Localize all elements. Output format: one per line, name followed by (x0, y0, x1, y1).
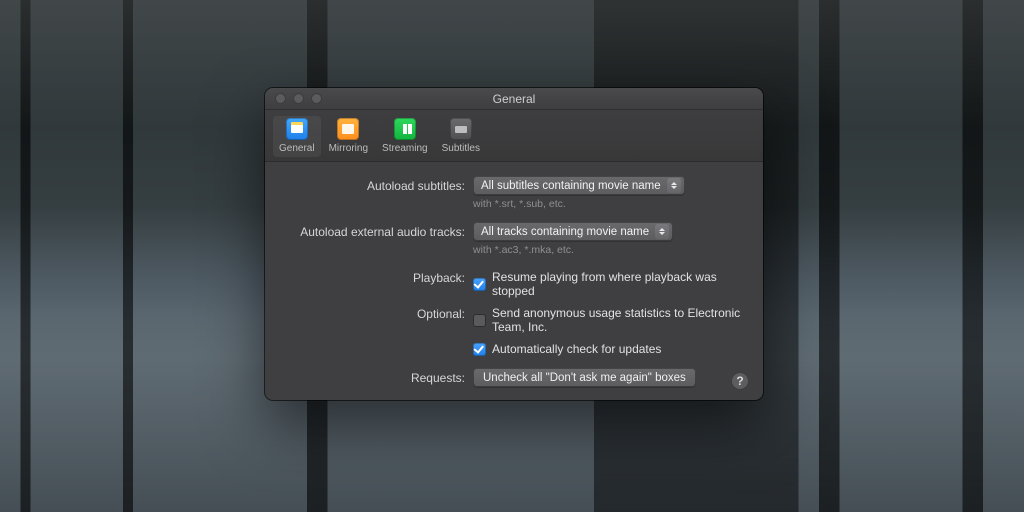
tab-streaming[interactable]: Streaming (376, 116, 434, 157)
tab-mirroring[interactable]: Mirroring (323, 116, 374, 157)
hint-subtitles: with *.srt, *.sub, etc. (473, 198, 745, 210)
popup-value: All subtitles containing movie name (481, 180, 661, 192)
autoload-audio-popup[interactable]: All tracks containing movie name (473, 222, 673, 241)
button-label: Uncheck all "Don't ask me again" boxes (483, 372, 686, 384)
tab-label: General (279, 143, 315, 154)
label-autoload-subtitles: Autoload subtitles: (283, 176, 473, 193)
popup-value: All tracks containing movie name (481, 226, 649, 238)
label-optional: Optional: (283, 304, 473, 321)
label-playback: Playback: (283, 268, 473, 285)
chevron-updown-icon (667, 178, 681, 193)
preferences-content: Autoload subtitles: All subtitles contai… (265, 162, 763, 400)
label-requests: Requests: (283, 368, 473, 385)
checkbox-icon (473, 314, 486, 327)
checkbox-label: Automatically check for updates (492, 342, 661, 356)
autoload-subtitles-popup[interactable]: All subtitles containing movie name (473, 176, 685, 195)
streaming-icon (394, 118, 416, 140)
tab-label: Mirroring (329, 143, 368, 154)
checkbox-icon (473, 343, 486, 356)
subtitles-icon (450, 118, 472, 140)
window-title: General (265, 92, 763, 106)
tab-general[interactable]: General (273, 116, 321, 157)
tab-subtitles[interactable]: Subtitles (436, 116, 486, 157)
uncheck-dont-ask-button[interactable]: Uncheck all "Don't ask me again" boxes (473, 368, 696, 387)
general-icon (286, 118, 308, 140)
tab-label: Subtitles (442, 143, 480, 154)
checkbox-icon (473, 278, 486, 291)
mirroring-icon (337, 118, 359, 140)
help-button[interactable]: ? (731, 372, 749, 390)
tab-label: Streaming (382, 143, 428, 154)
checkbox-auto-update[interactable]: Automatically check for updates (473, 340, 661, 358)
checkbox-label: Send anonymous usage statistics to Elect… (492, 306, 745, 334)
checkbox-label: Resume playing from where playback was s… (492, 270, 745, 298)
hint-audio: with *.ac3, *.mka, etc. (473, 244, 745, 256)
checkbox-send-statistics[interactable]: Send anonymous usage statistics to Elect… (473, 304, 745, 336)
titlebar[interactable]: General (265, 88, 763, 110)
chevron-updown-icon (655, 224, 669, 239)
checkbox-resume-playback[interactable]: Resume playing from where playback was s… (473, 268, 745, 300)
preferences-window: General General Mirroring Streaming Subt… (265, 88, 763, 400)
label-autoload-audio: Autoload external audio tracks: (283, 222, 473, 239)
preferences-toolbar: General Mirroring Streaming Subtitles (265, 110, 763, 162)
